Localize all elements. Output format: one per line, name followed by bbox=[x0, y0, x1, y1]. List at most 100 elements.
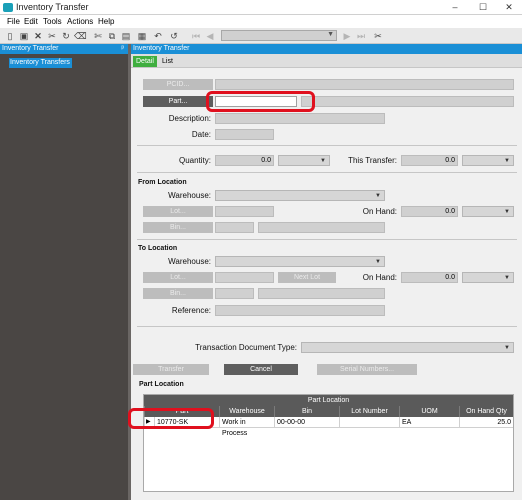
close-button[interactable]: ✕ bbox=[498, 1, 520, 14]
this-transfer-label: This Transfer: bbox=[348, 156, 397, 165]
minimize-button[interactable]: – bbox=[444, 1, 466, 14]
part-button[interactable]: Part... bbox=[143, 96, 213, 107]
menu-help[interactable]: Help bbox=[98, 17, 114, 26]
from-on-hand-field[interactable]: 0.0 bbox=[401, 206, 458, 217]
reference-field[interactable] bbox=[215, 305, 385, 316]
cut-tool-icon[interactable]: ✂ bbox=[372, 30, 384, 42]
to-warehouse-label: Warehouse: bbox=[168, 257, 211, 266]
main-panel: Inventory Transfer Detail List PCID... P… bbox=[128, 44, 522, 500]
chevron-down-icon: ▼ bbox=[504, 158, 510, 164]
table-cell-warehouse[interactable]: Work in Process bbox=[219, 417, 274, 437]
table-cell-lot-number[interactable] bbox=[339, 417, 399, 428]
to-bin-button[interactable]: Bin... bbox=[143, 288, 213, 299]
record-navigator[interactable]: ▼ bbox=[221, 30, 337, 41]
chevron-down-icon: ▼ bbox=[375, 259, 381, 265]
maximize-button[interactable]: ☐ bbox=[472, 1, 494, 14]
new-icon[interactable]: ▯ bbox=[4, 30, 16, 42]
chevron-down-icon: ▼ bbox=[327, 31, 334, 38]
save-icon[interactable]: ▣ bbox=[18, 30, 30, 42]
from-warehouse-label: Warehouse: bbox=[168, 191, 211, 200]
from-warehouse-dropdown[interactable]: ▼ bbox=[215, 190, 385, 201]
column-header-on-hand-qty[interactable]: On Hand Qty bbox=[459, 406, 513, 417]
column-header-lot-number[interactable]: Lot Number bbox=[339, 406, 399, 417]
window-title: Inventory Transfer bbox=[16, 2, 89, 12]
from-bin-field[interactable] bbox=[215, 222, 254, 233]
tree-item-inventory-transfers[interactable]: Inventory Transfers bbox=[9, 58, 72, 68]
refresh2-icon[interactable]: ↺ bbox=[168, 30, 180, 42]
cancel-button[interactable]: Cancel bbox=[224, 364, 298, 375]
menu-edit[interactable]: Edit bbox=[24, 17, 38, 26]
quantity-field[interactable]: 0.0 bbox=[215, 155, 274, 166]
this-transfer-field[interactable]: 0.0 bbox=[401, 155, 458, 166]
transaction-document-type-label: Transaction Document Type: bbox=[195, 343, 297, 352]
from-bin-description-field[interactable] bbox=[258, 222, 385, 233]
clear-icon[interactable]: ⌫ bbox=[74, 30, 87, 42]
pcid-button[interactable]: PCID... bbox=[143, 79, 213, 90]
transfer-button[interactable]: Transfer bbox=[133, 364, 209, 375]
description-field[interactable] bbox=[215, 113, 385, 124]
next-icon[interactable]: ▶ bbox=[341, 30, 353, 42]
menu-file[interactable]: File bbox=[7, 17, 20, 26]
to-on-hand-uom-dropdown[interactable]: ▼ bbox=[462, 272, 514, 283]
chevron-down-icon: ▼ bbox=[504, 275, 510, 281]
from-on-hand-uom-dropdown[interactable]: ▼ bbox=[462, 206, 514, 217]
prev-icon[interactable]: ◀ bbox=[204, 30, 216, 42]
undo-icon[interactable]: ↶ bbox=[152, 30, 164, 42]
copy-icon[interactable]: ✄ bbox=[92, 30, 104, 42]
menu-bar: File Edit Tools Actions Help bbox=[0, 15, 522, 28]
divider bbox=[137, 145, 517, 146]
refresh-icon[interactable]: ↻ bbox=[60, 30, 72, 42]
to-on-hand-field[interactable]: 0.0 bbox=[401, 272, 458, 283]
highlight-part bbox=[206, 91, 315, 112]
tab-bar: Detail List bbox=[131, 54, 522, 68]
quantity-label: Quantity: bbox=[178, 156, 211, 165]
to-lot-field[interactable] bbox=[215, 272, 274, 283]
to-location-heading: To Location bbox=[138, 245, 178, 252]
delete-icon[interactable]: ✕ bbox=[32, 30, 44, 42]
table-cell-uom[interactable]: EA bbox=[399, 417, 459, 428]
pin-icon[interactable]: ᵖ bbox=[121, 44, 124, 54]
grid-band-header: Part Location bbox=[144, 395, 513, 406]
to-warehouse-dropdown[interactable]: ▼ bbox=[215, 256, 385, 267]
chevron-down-icon: ▼ bbox=[504, 209, 510, 215]
divider bbox=[137, 172, 517, 173]
part-description-field[interactable] bbox=[301, 96, 514, 107]
transaction-document-type-dropdown[interactable]: ▼ bbox=[301, 342, 514, 353]
note-icon[interactable]: ▦ bbox=[136, 30, 148, 42]
to-bin-description-field[interactable] bbox=[258, 288, 385, 299]
toolbar: ▯ ▣ ✕ ✂ ↻ ⌫ ✄ ⧉ ▤ ▦ ↶ ↺ ⏮ ◀ ▼ ▶ ⏭ ✂ bbox=[0, 28, 522, 44]
from-lot-field[interactable] bbox=[215, 206, 274, 217]
serial-numbers-button[interactable]: Serial Numbers... bbox=[317, 364, 417, 375]
tab-list[interactable]: List bbox=[159, 56, 176, 67]
table-cell-bin[interactable]: 00-00-00 bbox=[274, 417, 339, 428]
last-icon[interactable]: ⏭ bbox=[355, 30, 367, 42]
tree-panel: Inventory Transfer ᵖ Inventory Transfers bbox=[0, 44, 128, 500]
from-bin-button[interactable]: Bin... bbox=[143, 222, 213, 233]
tab-detail[interactable]: Detail bbox=[133, 56, 157, 67]
paste-icon[interactable]: ⧉ bbox=[106, 30, 118, 42]
column-header-warehouse[interactable]: Warehouse bbox=[219, 406, 274, 417]
to-bin-field[interactable] bbox=[215, 288, 254, 299]
quantity-uom-dropdown[interactable]: ▼ bbox=[278, 155, 330, 166]
date-label: Date: bbox=[191, 130, 211, 139]
table-cell-on-hand-qty[interactable]: 25.0 bbox=[459, 417, 513, 428]
cut-icon[interactable]: ✂ bbox=[46, 30, 58, 42]
column-header-bin[interactable]: Bin bbox=[274, 406, 339, 417]
to-lot-button[interactable]: Lot... bbox=[143, 272, 213, 283]
to-on-hand-label: On Hand: bbox=[362, 273, 397, 282]
menu-actions[interactable]: Actions bbox=[67, 17, 93, 26]
from-lot-button[interactable]: Lot... bbox=[143, 206, 213, 217]
pcid-field[interactable] bbox=[215, 79, 514, 90]
first-icon[interactable]: ⏮ bbox=[190, 30, 202, 42]
attach-icon[interactable]: ▤ bbox=[120, 30, 132, 42]
this-transfer-uom-dropdown[interactable]: ▼ bbox=[462, 155, 514, 166]
menu-tools[interactable]: Tools bbox=[43, 17, 62, 26]
from-location-heading: From Location bbox=[138, 179, 187, 186]
tree-panel-header: Inventory Transfer bbox=[0, 44, 128, 54]
next-lot-button[interactable]: Next Lot bbox=[278, 272, 336, 283]
title-bar: Inventory Transfer – ☐ ✕ bbox=[0, 0, 522, 15]
column-header-uom[interactable]: UOM bbox=[399, 406, 459, 417]
highlight-part-row bbox=[128, 408, 214, 429]
chevron-down-icon: ▼ bbox=[375, 193, 381, 199]
date-field[interactable] bbox=[215, 129, 274, 140]
